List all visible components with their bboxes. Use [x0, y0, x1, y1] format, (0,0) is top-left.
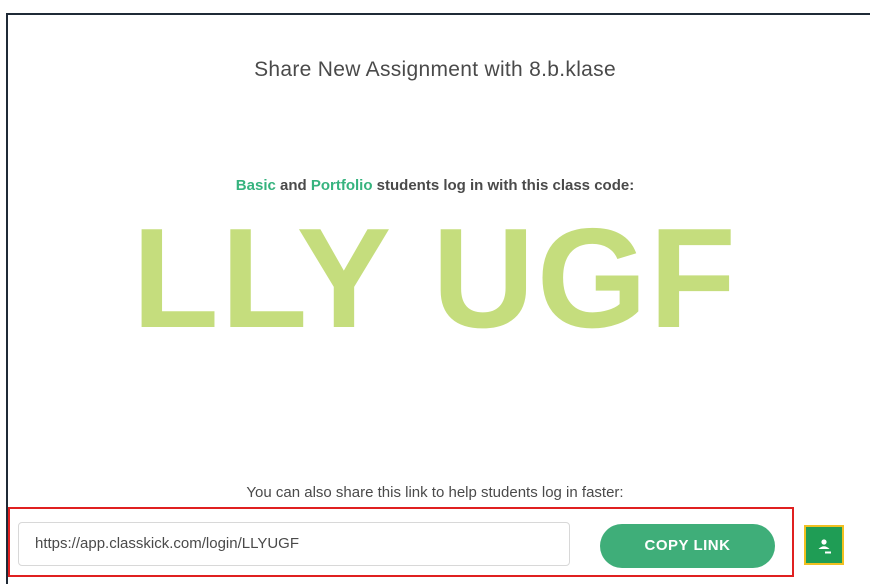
- google-classroom-icon: [818, 539, 831, 554]
- login-url-field[interactable]: https://app.classkick.com/login/LLYUGF: [18, 522, 570, 566]
- basic-tier-label: Basic: [235, 177, 276, 194]
- login-rest-text: students log in with this class code:: [372, 177, 635, 194]
- dialog-title: Share New Assignment with 8.b.klase: [254, 58, 616, 81]
- login-and-text: and: [275, 177, 311, 194]
- copy-link-button[interactable]: COPY LINK: [600, 524, 775, 568]
- class-code: LLY UGF: [132, 199, 738, 358]
- share-link-instructions: You can also share this link to help stu…: [246, 484, 624, 501]
- google-classroom-share-button[interactable]: [804, 525, 844, 565]
- portfolio-tier-label: Portfolio: [310, 177, 373, 194]
- login-instructions: Basic and Portfolio students log in with…: [0, 177, 870, 194]
